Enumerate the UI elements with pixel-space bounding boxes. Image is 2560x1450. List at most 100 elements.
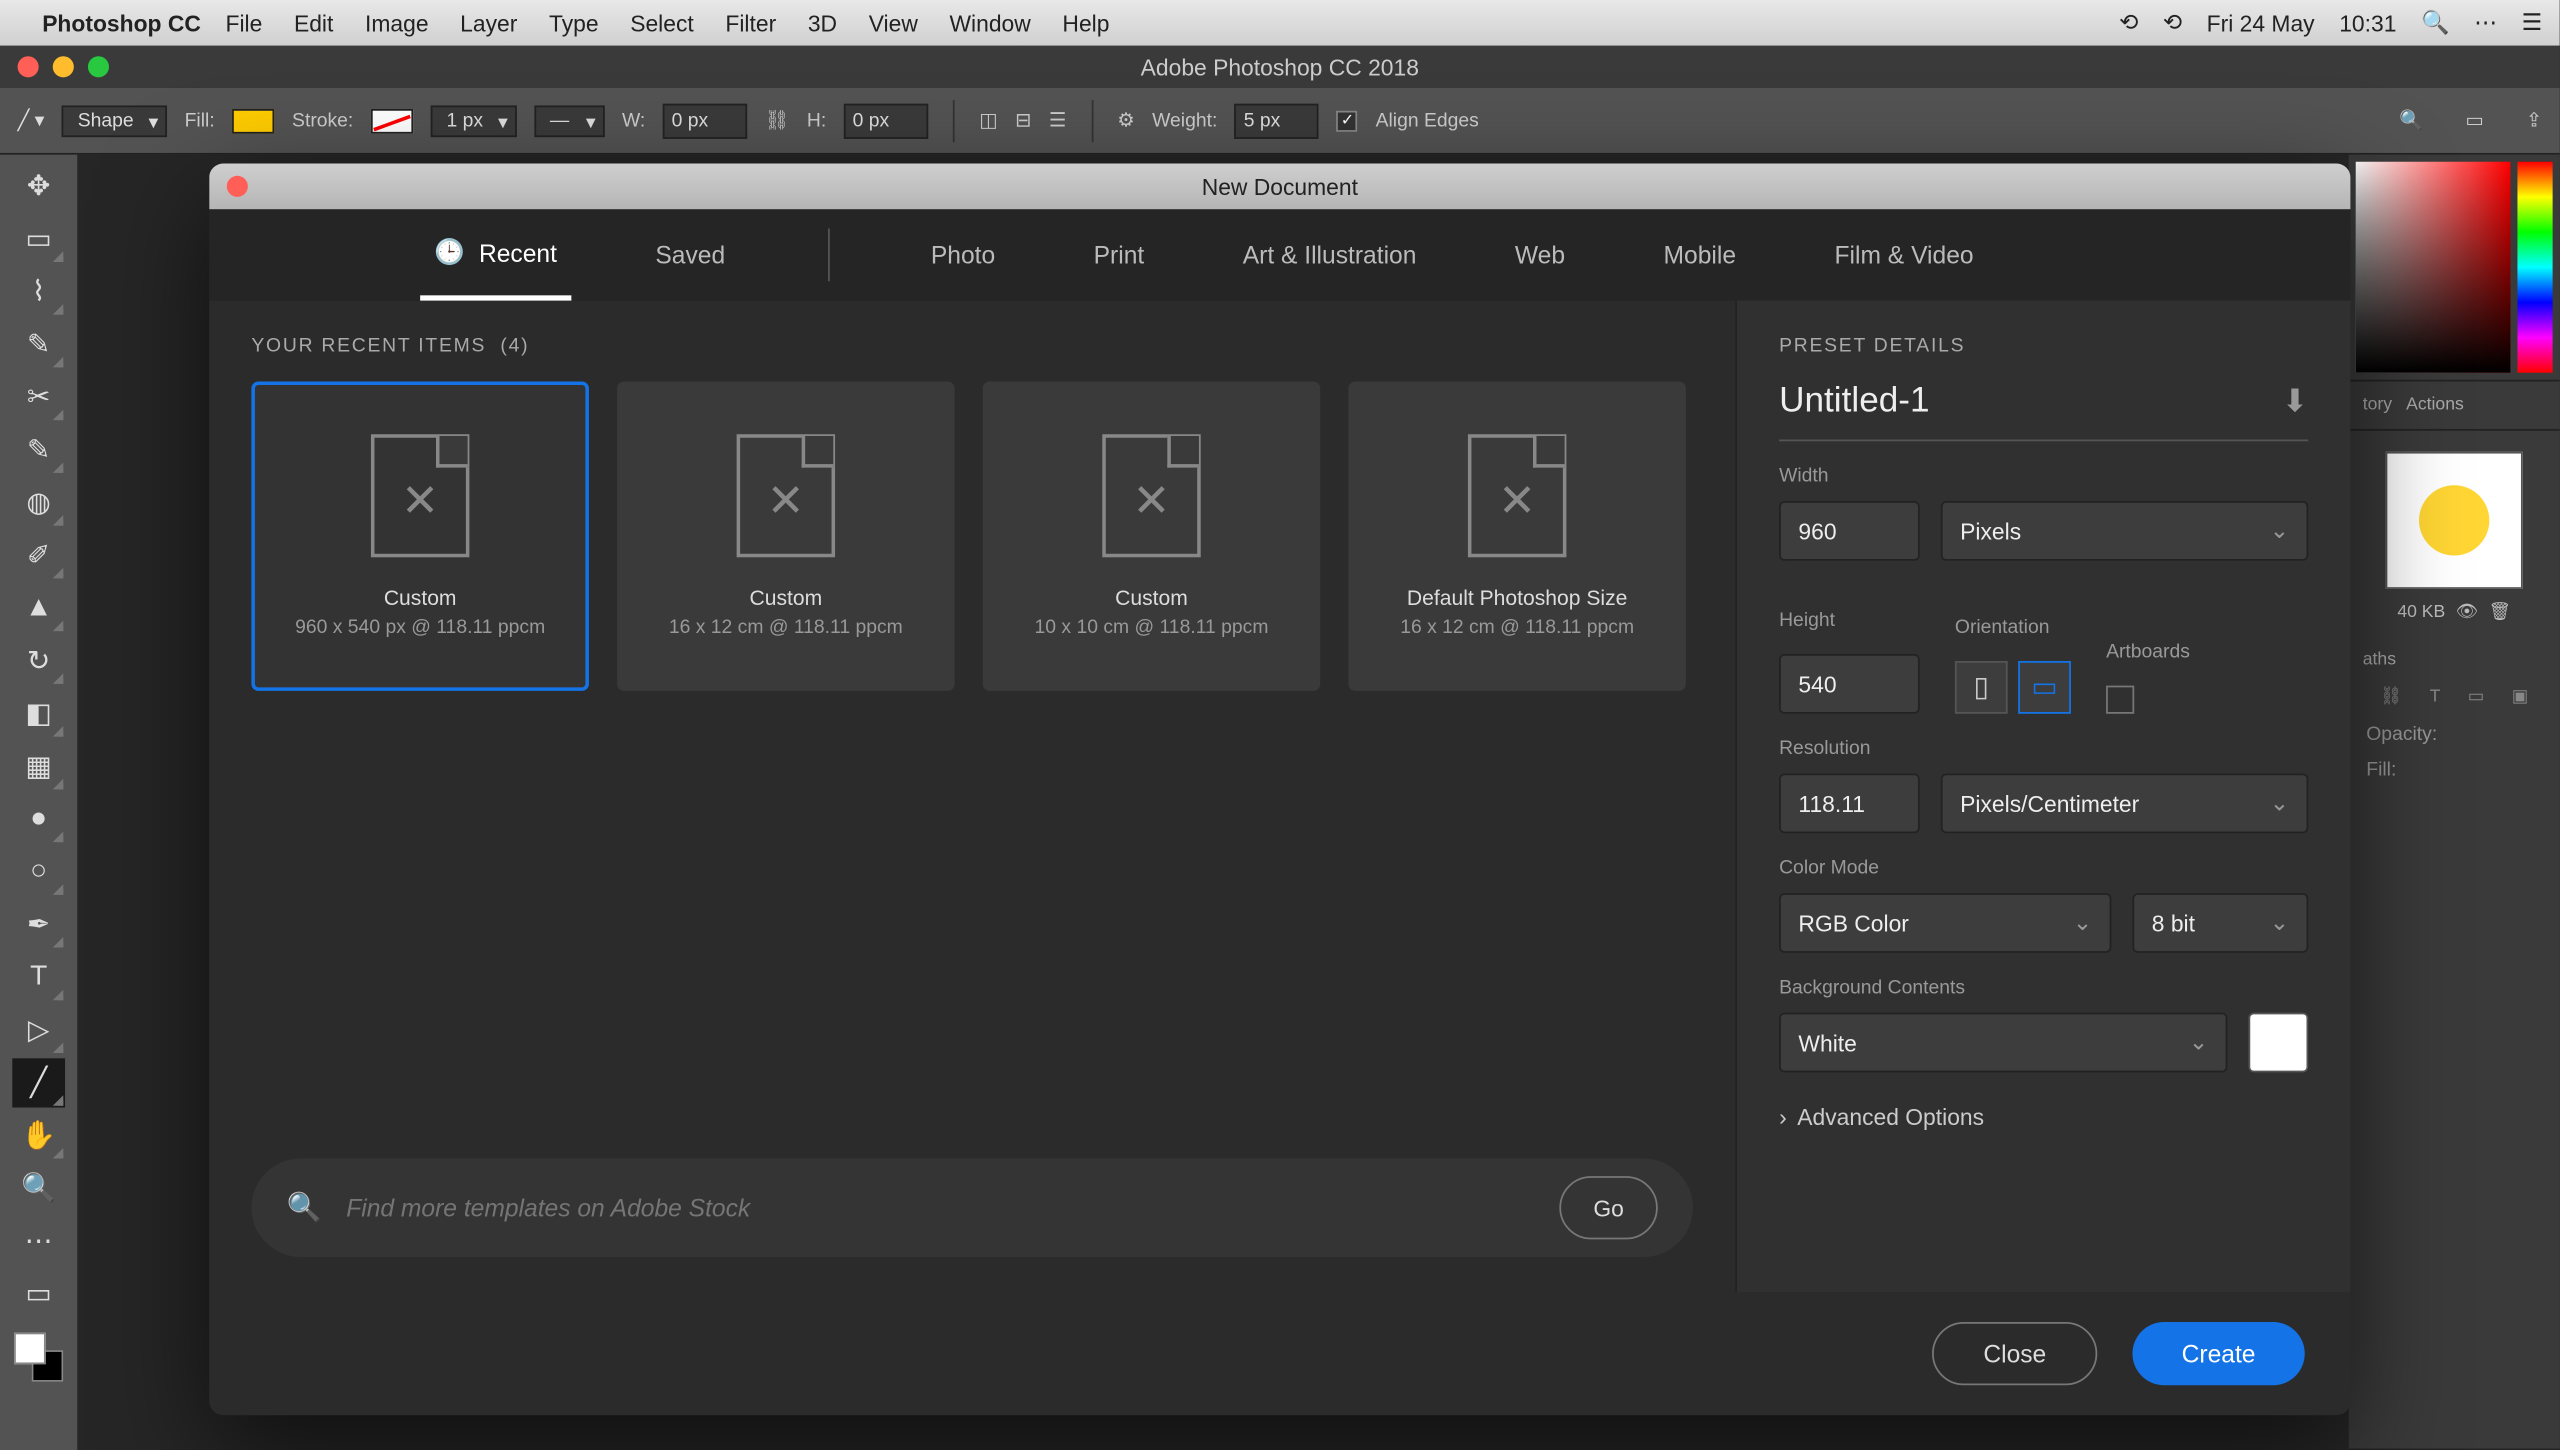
tab-art[interactable]: Art & Illustration <box>1229 213 1431 297</box>
width-unit-select[interactable]: Pixels <box>1941 501 2308 561</box>
link-icon[interactable]: ⛓ <box>765 109 790 132</box>
app-name[interactable]: Photoshop CC <box>42 10 201 36</box>
eye-icon[interactable]: 👁 <box>2456 603 2478 622</box>
quick-select-tool[interactable]: ✎ <box>12 320 65 369</box>
layer-type-icon[interactable]: T <box>2430 687 2441 706</box>
menu-help[interactable]: Help <box>1062 10 1109 36</box>
dodge-tool[interactable]: ○ <box>12 847 65 896</box>
artboards-checkbox[interactable] <box>2106 686 2134 714</box>
search-icon[interactable]: 🔍 <box>2399 109 2423 132</box>
fill-swatch[interactable] <box>232 108 274 133</box>
stamp-tool[interactable]: ▲ <box>12 584 65 633</box>
width-input[interactable] <box>663 103 747 138</box>
menu-file[interactable]: File <box>225 10 262 36</box>
menu-view[interactable]: View <box>869 10 918 36</box>
share-icon[interactable]: ⇪ <box>2526 109 2542 132</box>
color-picker[interactable] <box>2356 162 2553 373</box>
blur-tool[interactable]: ● <box>12 795 65 844</box>
brush-tool[interactable]: ✐ <box>12 531 65 580</box>
preset-card-3[interactable]: ✕ Default Photoshop Size16 x 12 cm @ 118… <box>1348 381 1686 690</box>
orientation-portrait[interactable]: ▯ <box>1955 661 2008 714</box>
go-button[interactable]: Go <box>1559 1176 1657 1239</box>
preset-card-2[interactable]: ✕ Custom10 x 10 cm @ 118.11 ppcm <box>983 381 1321 690</box>
menu-layer[interactable]: Layer <box>460 10 517 36</box>
tab-web[interactable]: Web <box>1501 213 1579 297</box>
crop-tool[interactable]: ✂ <box>12 373 65 422</box>
bg-color-swatch[interactable] <box>2248 1013 2308 1073</box>
height-input[interactable] <box>844 103 928 138</box>
close-button[interactable]: Close <box>1932 1322 2097 1385</box>
menu-type[interactable]: Type <box>549 10 599 36</box>
lasso-tool[interactable]: ⌇ <box>12 267 65 316</box>
marquee-tool[interactable]: ▭ <box>12 214 65 263</box>
shape-mode-select[interactable]: Shape <box>62 105 167 137</box>
path-select-tool[interactable]: ▷ <box>12 1006 65 1055</box>
edit-toolbar[interactable]: ▭ <box>12 1269 65 1318</box>
eyedropper-tool[interactable]: ✎ <box>12 425 65 474</box>
preset-name-input[interactable]: Untitled-1 <box>1779 381 2282 421</box>
notification-icon[interactable]: ☰ <box>2522 9 2542 37</box>
stroke-width-select[interactable]: 1 px <box>431 105 517 137</box>
tab-photo[interactable]: Photo <box>917 213 1009 297</box>
tab-film[interactable]: Film & Video <box>1820 213 1987 297</box>
layer-link-icon[interactable]: ⛓ <box>2380 687 2402 706</box>
stroke-swatch[interactable] <box>371 108 413 133</box>
resolution-input[interactable] <box>1779 774 1920 834</box>
history-brush-tool[interactable]: ↻ <box>12 636 65 685</box>
menu-3d[interactable]: 3D <box>808 10 837 36</box>
spotlight-icon[interactable]: 🔍 <box>2421 9 2449 37</box>
hand-tool[interactable]: ✋ <box>12 1111 65 1160</box>
bg-contents-select[interactable]: White <box>1779 1013 2227 1073</box>
move-tool[interactable]: ✥ <box>12 162 65 211</box>
menu-filter[interactable]: Filter <box>725 10 776 36</box>
line-tool[interactable]: ╱ <box>12 1058 65 1107</box>
fg-bg-swatches[interactable] <box>14 1333 63 1382</box>
tab-paths[interactable]: aths <box>2363 650 2396 669</box>
menu-image[interactable]: Image <box>365 10 429 36</box>
menu-select[interactable]: Select <box>630 10 694 36</box>
timemachine-icon[interactable]: ⟲ <box>2119 9 2138 37</box>
menu-window[interactable]: Window <box>949 10 1030 36</box>
layer-thumbnail[interactable] <box>2386 452 2523 589</box>
preset-card-0[interactable]: ✕ Custom960 x 540 px @ 118.11 ppcm <box>251 381 589 690</box>
stock-search-input[interactable] <box>346 1194 1535 1222</box>
create-button[interactable]: Create <box>2132 1322 2304 1385</box>
resolution-unit-select[interactable]: Pixels/Centimeter <box>1941 774 2308 834</box>
menubar-date[interactable]: Fri 24 May <box>2207 10 2315 36</box>
width-input[interactable] <box>1779 501 1920 561</box>
align-edges-checkbox[interactable]: ✓ <box>1337 110 1358 131</box>
healing-tool[interactable]: ◍ <box>12 478 65 527</box>
frame-icon[interactable]: ▭ <box>2465 109 2483 132</box>
tab-mobile[interactable]: Mobile <box>1649 213 1750 297</box>
tab-history[interactable]: tory <box>2363 396 2392 415</box>
type-tool[interactable]: T <box>12 953 65 1002</box>
line-tool-icon[interactable]: ╱ ▾ <box>18 109 45 132</box>
pen-tool[interactable]: ✒ <box>12 900 65 949</box>
color-mode-select[interactable]: RGB Color <box>1779 893 2111 953</box>
zoom-tool[interactable]: 🔍 <box>12 1164 65 1213</box>
preset-card-1[interactable]: ✕ Custom16 x 12 cm @ 118.11 ppcm <box>617 381 955 690</box>
stroke-style-select[interactable]: — <box>534 105 604 137</box>
trash-icon[interactable]: 🗑 <box>2489 603 2511 622</box>
timemachine-icon2[interactable]: ⟲ <box>2163 9 2182 37</box>
height-input[interactable] <box>1779 654 1920 714</box>
tab-saved[interactable]: Saved <box>641 213 739 297</box>
tab-actions[interactable]: Actions <box>2406 396 2464 415</box>
menubar-time[interactable]: 10:31 <box>2339 10 2396 36</box>
orientation-landscape[interactable]: ▭ <box>2018 661 2071 714</box>
arrange-icon[interactable]: ☰ <box>1049 109 1066 132</box>
menu-edit[interactable]: Edit <box>294 10 333 36</box>
layer-fx-icon[interactable]: ▣ <box>2512 687 2529 706</box>
tab-recent[interactable]: 🕒Recent <box>420 209 571 300</box>
tab-print[interactable]: Print <box>1080 213 1159 297</box>
path-ops-icon[interactable]: ◫ <box>979 109 997 132</box>
layer-mask-icon[interactable]: ▭ <box>2468 687 2485 706</box>
download-preset-icon[interactable]: ⬇ <box>2282 383 2309 420</box>
bit-depth-select[interactable]: 8 bit <box>2132 893 2308 953</box>
more-tools[interactable]: ⋯ <box>12 1217 65 1266</box>
align-icon[interactable]: ⊟ <box>1015 109 1031 132</box>
gear-icon[interactable]: ⚙ <box>1117 109 1134 132</box>
gradient-tool[interactable]: ▦ <box>12 742 65 791</box>
eraser-tool[interactable]: ◧ <box>12 689 65 738</box>
weight-input[interactable] <box>1235 103 1319 138</box>
